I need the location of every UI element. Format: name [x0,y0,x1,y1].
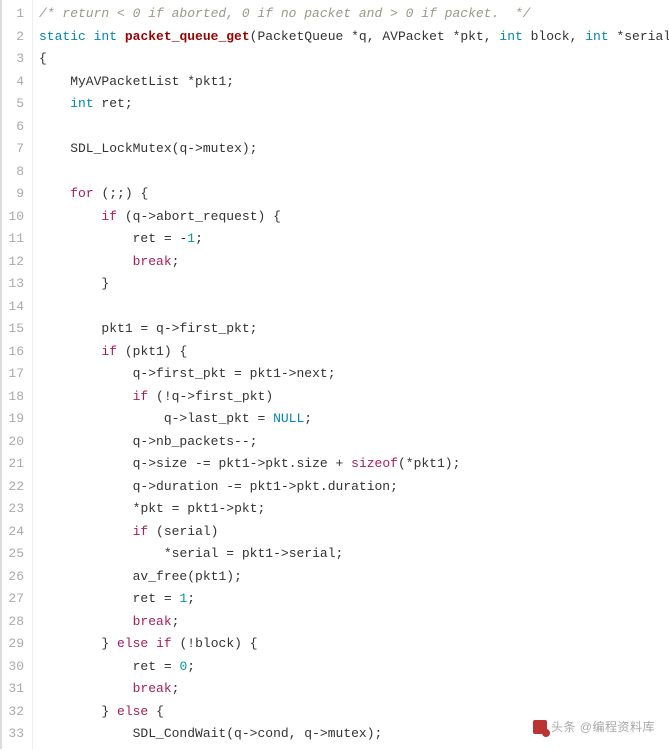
code-line: MyAVPacketList *pkt1; [39,71,663,94]
line-number: 5 [2,93,24,116]
code-content: /* return < 0 if aborted, 0 if no packet… [32,0,669,749]
line-number: 32 [2,701,24,724]
watermark-logo-icon [533,720,547,734]
code-line: break; [39,611,663,634]
code-line: pkt1 = q->first_pkt; [39,318,663,341]
code-line: if (q->abort_request) { [39,206,663,229]
line-number: 11 [2,228,24,251]
code-line: for (;;) { [39,183,663,206]
code-line: av_free(pkt1); [39,566,663,589]
watermark-text: 头条 @编程资料库 [551,716,655,739]
line-number: 2 [2,26,24,49]
line-number: 33 [2,723,24,746]
code-line: { [39,48,663,71]
line-number: 27 [2,588,24,611]
line-number: 10 [2,206,24,229]
code-line: ret = 0; [39,656,663,679]
line-number: 28 [2,611,24,634]
code-line: break; [39,251,663,274]
code-line: SDL_LockMutex(q->mutex); [39,138,663,161]
code-line: *serial = pkt1->serial; [39,543,663,566]
code-line: } else if (!block) { [39,633,663,656]
code-line: q->first_pkt = pkt1->next; [39,363,663,386]
watermark: 头条 @编程资料库 [533,716,655,739]
code-line: q->size -= pkt1->pkt.size + sizeof(*pkt1… [39,453,663,476]
line-number: 20 [2,431,24,454]
code-line: int ret; [39,93,663,116]
code-line: q->nb_packets--; [39,431,663,454]
line-number: 8 [2,161,24,184]
line-number: 19 [2,408,24,431]
code-line [39,116,663,139]
line-number: 25 [2,543,24,566]
line-number: 29 [2,633,24,656]
code-line: q->duration -= pkt1->pkt.duration; [39,476,663,499]
line-number: 3 [2,48,24,71]
code-line [39,296,663,319]
code-line: static int packet_queue_get(PacketQueue … [39,26,663,49]
code-line: if (!q->first_pkt) [39,386,663,409]
line-number: 22 [2,476,24,499]
line-number: 7 [2,138,24,161]
line-number: 31 [2,678,24,701]
line-number: 26 [2,566,24,589]
line-number: 16 [2,341,24,364]
code-line: *pkt = pkt1->pkt; [39,498,663,521]
line-number: 12 [2,251,24,274]
line-number: 4 [2,71,24,94]
line-number: 14 [2,296,24,319]
code-line: ret = -1; [39,228,663,251]
code-line: if (serial) [39,521,663,544]
code-line: ret = 1; [39,588,663,611]
code-line: if (pkt1) { [39,341,663,364]
line-number: 24 [2,521,24,544]
line-number: 9 [2,183,24,206]
code-line [39,161,663,184]
line-number: 17 [2,363,24,386]
line-number: 15 [2,318,24,341]
line-number: 13 [2,273,24,296]
line-number: 21 [2,453,24,476]
code-line: break; [39,678,663,701]
line-number: 6 [2,116,24,139]
line-number: 1 [2,3,24,26]
line-number: 18 [2,386,24,409]
code-line: } [39,273,663,296]
code-line: /* return < 0 if aborted, 0 if no packet… [39,3,663,26]
line-number: 30 [2,656,24,679]
code-line: q->last_pkt = NULL; [39,408,663,431]
line-number: 23 [2,498,24,521]
line-number-gutter: 1234567891011121314151617181920212223242… [2,0,32,749]
code-block: 1234567891011121314151617181920212223242… [0,0,669,749]
